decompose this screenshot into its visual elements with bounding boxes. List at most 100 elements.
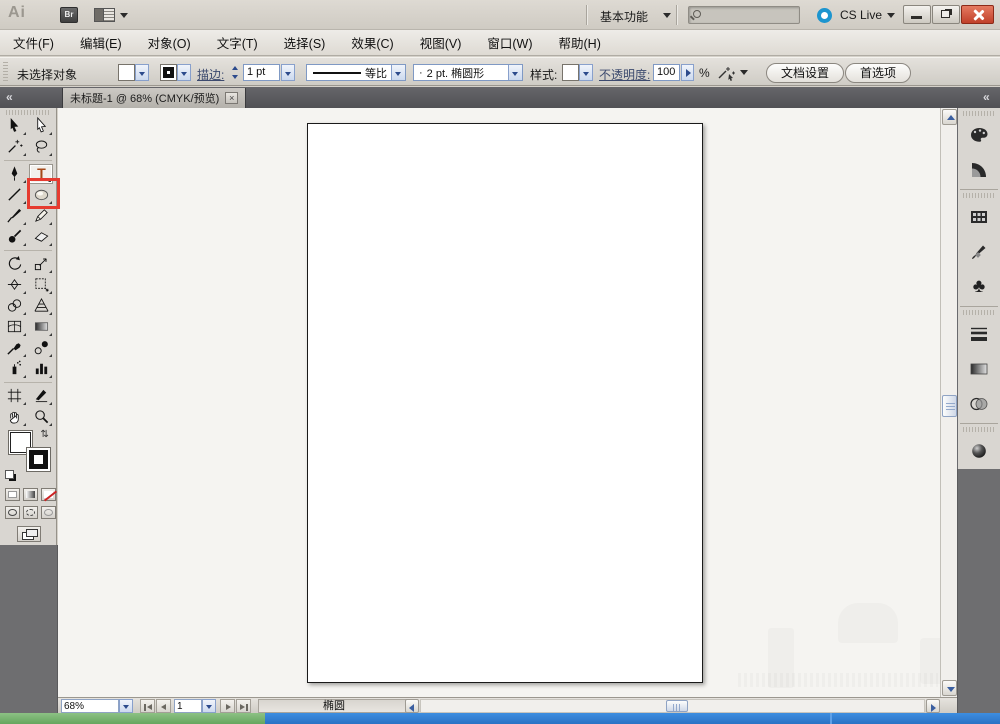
panel-color[interactable] — [958, 117, 1000, 152]
color-button[interactable] — [5, 488, 20, 501]
style-caret-icon[interactable] — [579, 64, 593, 81]
tool-pen[interactable] — [3, 164, 27, 184]
search-input[interactable] — [705, 8, 797, 22]
stroke-caret-icon[interactable] — [177, 64, 191, 81]
menu-file[interactable]: 文件(F) — [0, 33, 67, 52]
tool-width[interactable] — [3, 275, 27, 295]
tool-shape-builder[interactable] — [3, 296, 27, 316]
tool-perspective-grid[interactable] — [29, 296, 53, 316]
tool-blob-brush[interactable] — [3, 227, 27, 247]
draw-behind-button[interactable] — [23, 506, 38, 519]
menu-object[interactable]: 对象(O) — [135, 33, 204, 52]
search-box[interactable] — [688, 6, 800, 24]
tool-line-segment[interactable] — [3, 185, 27, 205]
cs-live-menu[interactable]: CS Live — [840, 8, 882, 22]
menu-help[interactable]: 帮助(H) — [546, 33, 614, 52]
screen-mode-button[interactable] — [17, 526, 41, 542]
panel-group-gripper[interactable] — [963, 111, 995, 116]
panel-color-guide[interactable] — [958, 152, 1000, 187]
tool-zoom[interactable] — [29, 407, 53, 427]
artboard-caret-icon[interactable] — [202, 699, 216, 713]
swap-fill-stroke-icon[interactable]: ⇄ — [39, 429, 50, 437]
control-bar-gripper[interactable] — [3, 62, 8, 82]
stroke-panel-link[interactable]: 描边: — [197, 66, 224, 83]
select-similar-icon[interactable] — [716, 65, 736, 81]
workspace-caret-icon[interactable] — [663, 13, 671, 18]
panel-brushes[interactable] — [958, 234, 1000, 269]
stroke-weight-stepper[interactable] — [230, 64, 241, 81]
panel-group-gripper[interactable] — [963, 193, 995, 198]
scroll-up-icon[interactable] — [942, 109, 957, 125]
zoom-level-field[interactable]: 68% — [61, 699, 119, 713]
tool-artboard[interactable] — [3, 386, 27, 406]
stroke-proxy-swatch[interactable] — [26, 447, 51, 472]
tool-hand[interactable] — [3, 407, 27, 427]
opacity-panel-link[interactable]: 不透明度: — [599, 66, 650, 83]
bridge-button[interactable]: Br — [60, 7, 78, 23]
fill-caret-icon[interactable] — [135, 64, 149, 81]
tool-symbol-sprayer[interactable] — [3, 359, 27, 379]
toolbox-collapse-icon[interactable]: « — [6, 90, 13, 104]
panel-gradient[interactable] — [958, 351, 1000, 386]
tool-scale[interactable] — [29, 254, 53, 274]
tool-column-graph[interactable] — [29, 359, 53, 379]
taskbar-item[interactable] — [0, 713, 265, 724]
close-button[interactable] — [961, 5, 994, 24]
scroll-down-icon[interactable] — [942, 680, 957, 696]
artboard-number-field[interactable]: 1 — [174, 699, 202, 713]
panel-symbols[interactable]: ♣ — [958, 269, 1000, 304]
tool-blend[interactable] — [29, 338, 53, 358]
menu-select[interactable]: 选择(S) — [271, 33, 339, 52]
restore-button[interactable] — [932, 5, 960, 24]
stroke-color-dropdown[interactable] — [160, 63, 191, 82]
menu-effect[interactable]: 效果(C) — [338, 33, 406, 52]
tool-slice[interactable] — [29, 386, 53, 406]
scroll-right-icon[interactable] — [926, 699, 940, 713]
document-close-icon[interactable]: × — [225, 92, 239, 104]
menu-type[interactable]: 文字(T) — [204, 33, 271, 52]
style-dropdown[interactable] — [562, 63, 593, 82]
panel-group-gripper[interactable] — [963, 310, 995, 315]
tool-rotate[interactable] — [3, 254, 27, 274]
preferences-button[interactable]: 首选项 — [845, 63, 912, 83]
tool-selection[interactable] — [3, 116, 27, 136]
horizontal-scroll-thumb[interactable] — [666, 700, 688, 712]
panel-transparency[interactable] — [958, 386, 1000, 421]
brush-caret-icon[interactable] — [508, 65, 522, 80]
tool-direct-selection[interactable] — [29, 116, 53, 136]
tool-gradient[interactable] — [29, 317, 53, 337]
draw-normal-button[interactable] — [5, 506, 20, 519]
menu-view[interactable]: 视图(V) — [407, 33, 475, 52]
draw-inside-button[interactable] — [41, 506, 56, 519]
document-tab[interactable]: 未标题-1 @ 68% (CMYK/预览) × — [62, 88, 247, 108]
vertical-scroll-thumb[interactable] — [942, 395, 957, 417]
dock-collapse-icon[interactable]: « — [983, 90, 990, 104]
scroll-left-icon[interactable] — [405, 699, 419, 713]
width-profile-dropdown[interactable]: 等比 — [306, 64, 406, 81]
opacity-field[interactable]: 100 — [653, 64, 680, 81]
panel-stroke[interactable] — [958, 316, 1000, 351]
tool-free-transform[interactable] — [29, 275, 53, 295]
panel-appearance[interactable] — [958, 433, 1000, 468]
horizontal-scrollbar[interactable] — [420, 699, 925, 713]
document-setup-button[interactable]: 文档设置 — [766, 63, 845, 83]
none-button[interactable] — [41, 488, 56, 501]
tool-mesh[interactable] — [3, 317, 27, 337]
first-artboard-button[interactable] — [140, 699, 155, 713]
gradient-button[interactable] — [23, 488, 38, 501]
zoom-caret-icon[interactable] — [119, 699, 133, 713]
fill-color-dropdown[interactable] — [118, 63, 149, 82]
panel-swatches[interactable] — [958, 199, 1000, 234]
tool-lasso[interactable] — [29, 137, 53, 157]
menu-window[interactable]: 窗口(W) — [474, 33, 545, 52]
last-artboard-button[interactable] — [236, 699, 251, 713]
tool-magic-wand[interactable] — [3, 137, 27, 157]
workspace-switcher[interactable]: 基本功能 — [600, 8, 648, 25]
stroke-weight-caret-icon[interactable] — [281, 64, 295, 81]
opacity-go-icon[interactable] — [681, 64, 694, 81]
select-similar-caret-icon[interactable] — [740, 70, 748, 75]
arrange-documents-caret-icon[interactable] — [120, 13, 128, 18]
artboard[interactable] — [307, 123, 703, 683]
width-profile-caret-icon[interactable] — [391, 65, 405, 80]
tool-eraser[interactable] — [29, 227, 53, 247]
